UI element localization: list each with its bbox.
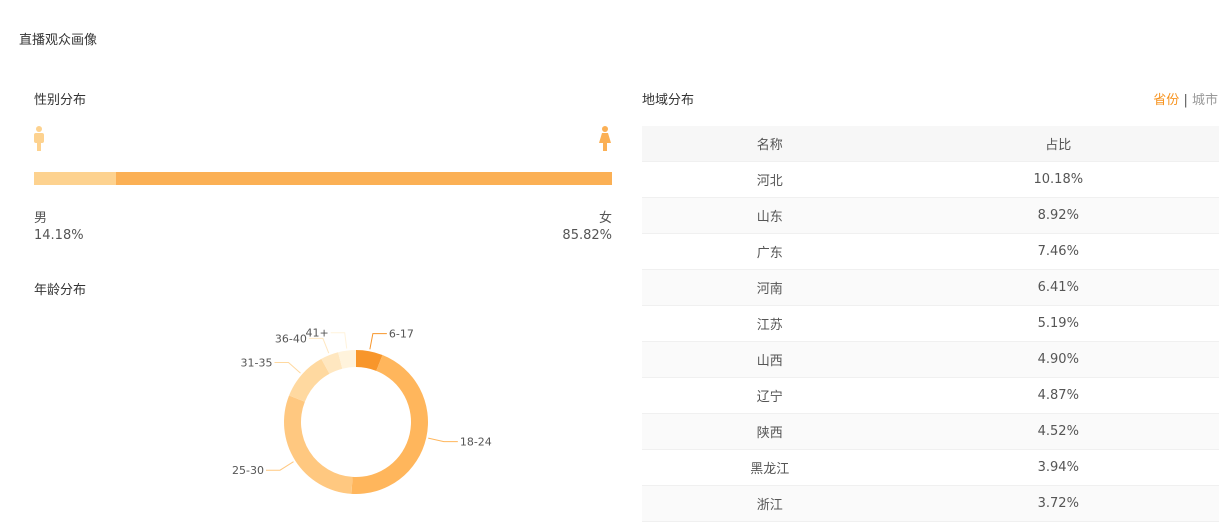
table-row: 浙江 3.72% <box>642 485 1219 522</box>
name-cell: 山西 <box>642 341 898 378</box>
slice-label: 6-17 <box>389 328 414 341</box>
ratio-cell: 4.90% <box>897 341 1219 378</box>
name-cell: 陕西 <box>642 413 898 450</box>
table-row: 山东 8.92% <box>642 197 1219 234</box>
ratio-cell: 3.94% <box>897 449 1219 486</box>
label-line <box>428 437 458 443</box>
ratio-cell: 7.46% <box>897 233 1219 270</box>
name-cell: 浙江 <box>642 485 898 522</box>
name-cell: 山东 <box>642 197 898 234</box>
label-line <box>274 361 301 374</box>
label-line <box>266 461 294 471</box>
slice-label: 18-24 <box>460 436 492 449</box>
label-line <box>308 337 330 354</box>
ratio-cell: 10.18% <box>897 161 1219 198</box>
male-label: 男 <box>34 211 48 226</box>
region-toggle: 省份 | 城市 <box>1153 89 1218 108</box>
age-donut-chart: 6-17 18-24 25-30 31-3536-4041+ <box>232 327 492 494</box>
ratio-cell: 5.19% <box>897 305 1219 342</box>
name-cell: 河北 <box>642 161 898 198</box>
male-icon <box>34 126 44 151</box>
column-header-ratio: 占比 <box>897 126 1219 162</box>
region-table: 名称 占比 河北 10.18% 山东 8.92% 广东 7.46% 河南 6.41% 江苏 5.19… <box>642 126 1219 522</box>
name-cell: 江苏 <box>642 305 898 342</box>
slice-label: 36-40 <box>275 332 307 345</box>
region-title: 地域分布 <box>642 93 695 108</box>
slice-label: 31-35 <box>241 356 273 369</box>
male-value: 14.18% <box>34 228 84 243</box>
female-label: 女 <box>598 211 612 226</box>
female-icon <box>599 126 611 151</box>
age-title: 年龄分布 <box>34 283 87 298</box>
label-line <box>369 333 387 350</box>
table-row: 山西 4.90% <box>642 341 1219 378</box>
province-toggle[interactable]: 省份 <box>1153 93 1179 108</box>
table-row: 河北 10.18% <box>642 161 1219 198</box>
ratio-cell: 6.41% <box>897 269 1219 306</box>
ratio-cell: 4.52% <box>897 413 1219 450</box>
ratio-cell: 8.92% <box>897 197 1219 234</box>
table-row: 辽宁 4.87% <box>642 377 1219 414</box>
name-cell: 河南 <box>642 269 898 306</box>
donut-slice-18-24[interactable] <box>351 355 428 494</box>
name-cell: 黑龙江 <box>642 449 898 486</box>
donut-slice-25-30[interactable] <box>284 395 353 494</box>
male-bar-fill <box>34 172 116 185</box>
table-row: 江苏 5.19% <box>642 305 1219 342</box>
table-row: 黑龙江 3.94% <box>642 449 1219 486</box>
toggle-separator: | <box>1183 93 1188 108</box>
name-cell: 辽宁 <box>642 377 898 414</box>
label-line <box>330 332 348 349</box>
ratio-cell: 3.72% <box>897 485 1219 522</box>
gender-bar <box>34 172 612 185</box>
column-header-name: 名称 <box>642 126 898 162</box>
gender-title: 性别分布 <box>34 93 87 108</box>
slice-label: 25-30 <box>232 464 264 477</box>
slice-label: 41+ <box>306 327 329 340</box>
female-value: 85.82% <box>562 228 612 243</box>
table-row: 河南 6.41% <box>642 269 1219 306</box>
table-row: 陕西 4.52% <box>642 413 1219 450</box>
table-row: 广东 7.46% <box>642 233 1219 270</box>
donut-slice-31-35[interactable] <box>289 358 330 402</box>
ratio-cell: 4.87% <box>897 377 1219 414</box>
page-title: 直播观众画像 <box>19 33 98 48</box>
city-toggle[interactable]: 城市 <box>1192 93 1218 108</box>
name-cell: 广东 <box>642 233 898 270</box>
